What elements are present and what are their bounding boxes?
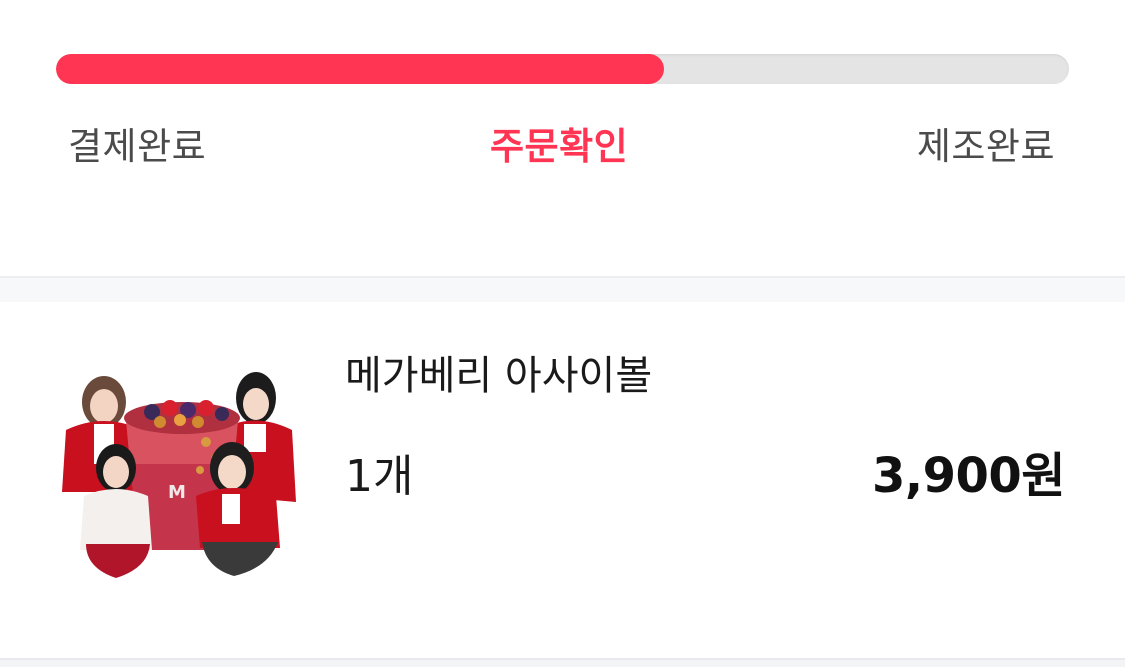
order-status-page: 결제완료 주문확인 제조완료 M 메가베리 아사이볼 1개 3,900원 xyxy=(0,0,1125,667)
step-label-preparation-complete: 제조완료 xyxy=(916,125,1055,168)
step-label-order-confirmed: 주문확인 xyxy=(490,125,629,168)
product-name: 메가베리 아사이볼 xyxy=(345,353,653,399)
product-thumbnail-image: M xyxy=(56,372,300,582)
bottom-divider xyxy=(0,658,1125,667)
order-progress-bar xyxy=(56,54,1069,84)
section-divider xyxy=(0,276,1125,302)
product-price: 3,900원 xyxy=(872,448,1066,504)
step-label-payment-complete: 결제완료 xyxy=(68,125,207,168)
svg-text:M: M xyxy=(168,482,186,503)
order-item-card: M 메가베리 아사이볼 1개 3,900원 xyxy=(0,302,1125,658)
order-progress-section: 결제완료 주문확인 제조완료 xyxy=(0,0,1125,276)
order-progress-fill xyxy=(56,54,664,84)
product-quantity: 1개 xyxy=(345,451,414,502)
